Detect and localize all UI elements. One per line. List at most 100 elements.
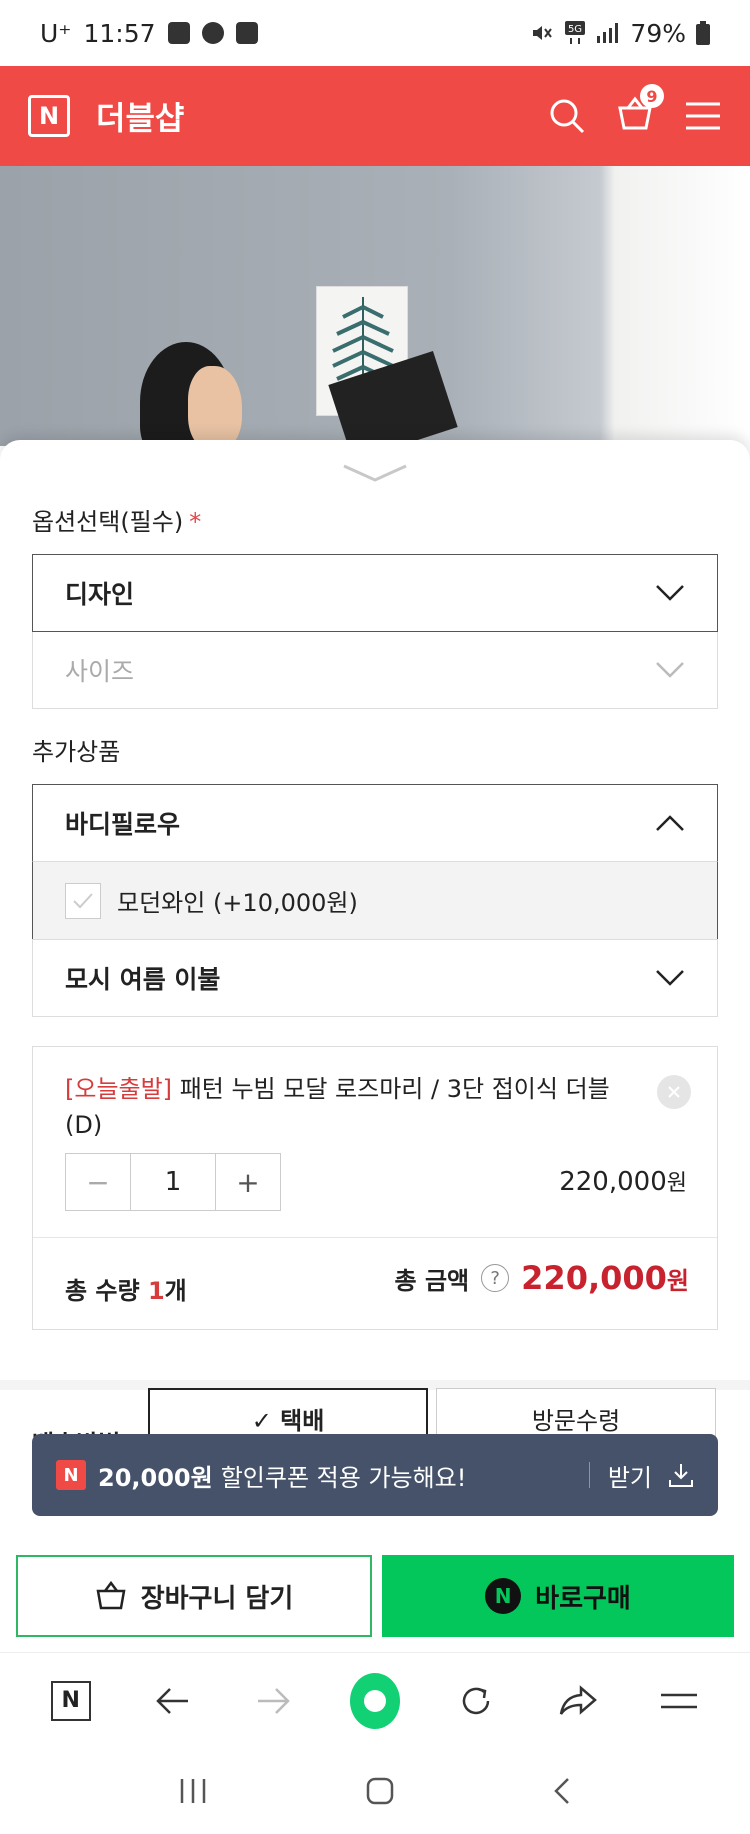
- person-face: [188, 366, 242, 446]
- chevron-up-icon: [656, 815, 684, 831]
- food-icon: [201, 22, 224, 44]
- check-icon: [73, 892, 93, 908]
- naver-pay-icon: N: [485, 1578, 522, 1614]
- decrease-quantity-button[interactable]: −: [66, 1154, 130, 1210]
- option-section-label: 옵션선택(필수) *: [32, 502, 201, 537]
- add-to-cart-label: 장바구니 담기: [140, 1583, 294, 1614]
- battery-icon: [696, 21, 710, 45]
- coupon-download-button[interactable]: 받기: [608, 1458, 694, 1493]
- total-quantity-label: 총 수량: [65, 1277, 140, 1305]
- purchase-bar: 장바구니 담기 N 바로구매: [0, 1540, 750, 1652]
- refresh-button[interactable]: [451, 1676, 501, 1726]
- time-label: 11:57: [83, 18, 156, 48]
- home-icon[interactable]: [365, 1776, 395, 1806]
- total-amount-value: 220,000: [521, 1259, 667, 1297]
- product-hero-image: [0, 166, 750, 446]
- help-icon[interactable]: ?: [481, 1264, 510, 1292]
- signal-icon: [597, 23, 619, 43]
- remove-item-button[interactable]: [657, 1075, 691, 1109]
- selected-item-card: [오늘출발] 패턴 누빔 모달 로즈마리 / 3단 접이식 더블 (D) − 1…: [32, 1046, 718, 1330]
- design-select[interactable]: 디자인: [32, 554, 718, 632]
- total-quantity-unit: 개: [164, 1277, 187, 1305]
- addon-checkbox[interactable]: [65, 882, 101, 919]
- battery-label: 79%: [630, 18, 686, 48]
- coupon-download-label: 받기: [607, 1463, 652, 1492]
- cart-button[interactable]: 9: [616, 84, 664, 136]
- buy-now-button[interactable]: N 바로구매: [382, 1555, 734, 1637]
- quantity-stepper: − 1 +: [65, 1153, 281, 1211]
- add-to-cart-button[interactable]: 장바구니 담기: [16, 1555, 372, 1637]
- chevron-down-icon: [656, 585, 684, 601]
- total-quantity-value: 1: [147, 1277, 165, 1305]
- gallery-icon: [167, 22, 190, 44]
- buy-now-label: 바로구매: [535, 1583, 631, 1614]
- arrow-right-icon: [257, 1687, 290, 1714]
- refresh-icon: [463, 1687, 490, 1714]
- sheet-collapse-handle-icon[interactable]: [340, 458, 410, 488]
- item-price: 220,000원: [559, 1165, 687, 1197]
- forward-button[interactable]: [249, 1676, 299, 1726]
- quantity-value[interactable]: 1: [130, 1154, 216, 1210]
- total-quantity: 총 수량 1개: [65, 1271, 187, 1306]
- total-amount-value-wrap: 220,000원: [521, 1259, 689, 1297]
- recent-apps-icon[interactable]: [178, 1777, 208, 1805]
- total-amount-label: 총 금액: [394, 1266, 470, 1295]
- coupon-amount: 20,000원: [98, 1463, 213, 1492]
- green-dot-button[interactable]: [349, 1672, 400, 1729]
- item-price-unit: 원: [666, 1171, 687, 1196]
- addon-section-label: 추가상품: [32, 738, 121, 766]
- store-title[interactable]: 더블샵: [96, 93, 184, 139]
- size-select-label: 사이즈: [65, 657, 135, 686]
- status-bar: U⁺ 11:57 5G 79%: [0, 0, 750, 66]
- total-amount-unit: 원: [666, 1267, 689, 1295]
- app-header: N 더블샵 9: [0, 66, 750, 166]
- 5g-icon: 5G: [565, 21, 586, 44]
- download-icon: [669, 1464, 693, 1487]
- total-amount: 총 금액 ? 220,000원: [395, 1259, 689, 1297]
- back-button[interactable]: [147, 1676, 197, 1726]
- shopping-basket-icon: [96, 1581, 126, 1610]
- card-divider: [33, 1237, 717, 1238]
- coupon-message: 할인쿠폰 적용 가능해요!: [220, 1463, 467, 1492]
- close-icon: [668, 1086, 680, 1098]
- option-section-title: 옵션선택(필수): [32, 508, 184, 536]
- back-nav-icon[interactable]: [552, 1776, 572, 1806]
- chevron-down-icon: [656, 970, 684, 986]
- naver-badge: N: [56, 1460, 86, 1490]
- browser-menu-button[interactable]: [654, 1676, 704, 1726]
- store-logo[interactable]: N: [28, 95, 70, 137]
- share-icon: [559, 1684, 597, 1715]
- share-button[interactable]: [553, 1676, 603, 1726]
- selected-item-name: [오늘출발] 패턴 누빔 모달 로즈마리 / 3단 접이식 더블 (D): [65, 1071, 625, 1143]
- browser-toolbar: N: [0, 1652, 750, 1748]
- addon-group-label: 모시 여름 이불: [65, 965, 221, 994]
- addon-group-summer-blanket[interactable]: 모시 여름 이불: [32, 939, 718, 1017]
- size-select[interactable]: 사이즈: [32, 631, 718, 709]
- chevron-down-icon: [656, 662, 684, 678]
- addon-option-label: 모던와인 (+10,000원): [117, 889, 358, 917]
- addon-option-modern-wine[interactable]: 모던와인 (+10,000원): [32, 862, 718, 940]
- android-nav-bar: [0, 1748, 750, 1834]
- cart-count-badge: 9: [640, 84, 664, 108]
- required-mark: *: [189, 508, 202, 536]
- search-icon[interactable]: [548, 97, 586, 135]
- item-price-value: 220,000: [559, 1167, 667, 1197]
- pay-icon: [235, 22, 258, 44]
- arrow-left-icon: [156, 1687, 189, 1714]
- option-bottom-sheet: 옵션선택(필수) * 디자인 사이즈 추가상품 바디필로우 모던와인 (+10,0…: [0, 440, 750, 1560]
- addon-group-label: 바디필로우: [65, 810, 181, 839]
- design-select-label: 디자인: [65, 580, 135, 609]
- naver-home-button[interactable]: N: [46, 1676, 96, 1726]
- same-day-ship-tag: [오늘출발]: [65, 1075, 173, 1103]
- carrier-label: U⁺: [40, 18, 72, 48]
- svg-text:5G: 5G: [568, 24, 582, 35]
- increase-quantity-button[interactable]: +: [216, 1154, 280, 1210]
- toast-separator: [588, 1462, 590, 1488]
- menu-icon[interactable]: [684, 101, 722, 131]
- mute-icon: [533, 26, 553, 40]
- green-dot-icon: [349, 1672, 400, 1729]
- hamburger-icon: [661, 1693, 698, 1708]
- coupon-toast[interactable]: N 20,000원 할인쿠폰 적용 가능해요! 받기: [32, 1434, 718, 1516]
- addon-group-body-pillow[interactable]: 바디필로우: [32, 784, 718, 862]
- naver-logo-icon: N: [50, 1680, 91, 1721]
